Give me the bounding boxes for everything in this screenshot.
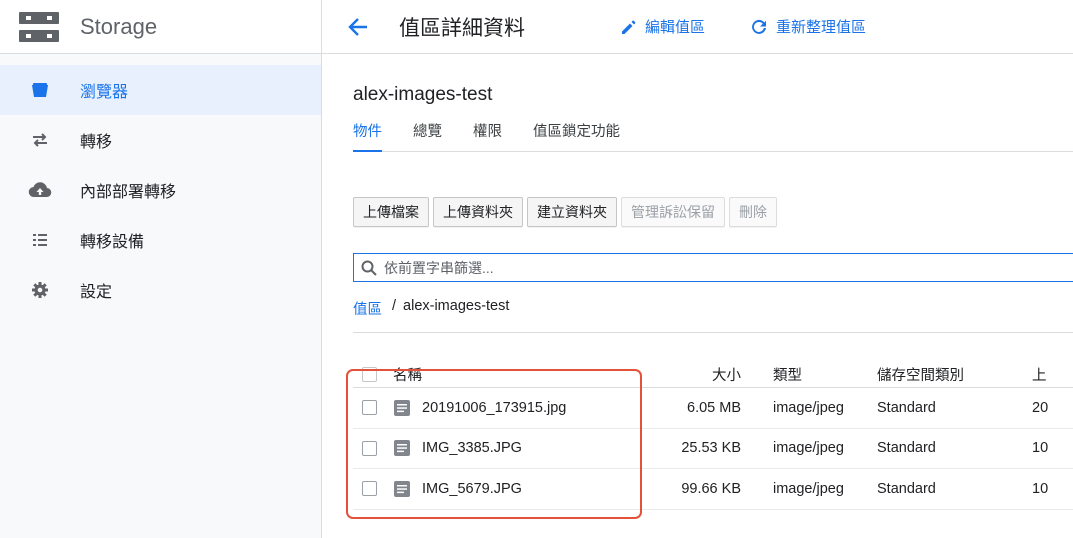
column-storage-class[interactable]: 儲存空間類別 bbox=[877, 364, 1032, 385]
column-last-modified[interactable]: 上 bbox=[1032, 364, 1073, 385]
file-last-modified: 10 bbox=[1032, 440, 1049, 457]
table-row[interactable]: 20191006_173915.jpg 6.05 MB image/jpeg S… bbox=[353, 388, 1073, 429]
row-checkbox[interactable] bbox=[362, 400, 377, 416]
file-last-modified: 10 bbox=[1032, 480, 1049, 497]
tab-overview[interactable]: 總覽 bbox=[413, 120, 442, 152]
refresh-icon bbox=[752, 19, 767, 34]
upload-folder-button[interactable]: 上傳資料夾 bbox=[433, 197, 523, 227]
file-storage-class: Standard bbox=[877, 399, 936, 416]
refresh-bucket-label: 重新整理值區 bbox=[776, 19, 867, 36]
object-toolbar: 上傳檔案 上傳資料夾 建立資料夾 管理訴訟保留 刪除 bbox=[353, 197, 781, 227]
manage-holds-button[interactable]: 管理訴訟保留 bbox=[621, 197, 725, 227]
file-last-modified: 20 bbox=[1032, 399, 1049, 416]
gear-icon bbox=[28, 278, 52, 302]
sidebar: Storage 瀏覽器 轉移 內部部署轉移 轉移設備 設定 bbox=[0, 0, 322, 538]
file-name-link[interactable]: 20191006_173915.jpg bbox=[422, 400, 566, 416]
back-arrow-icon[interactable] bbox=[345, 14, 371, 40]
sidebar-item-transfer[interactable]: 轉移 bbox=[0, 115, 321, 165]
sidebar-item-on-prem-transfer[interactable]: 內部部署轉移 bbox=[0, 165, 321, 215]
file-size: 6.05 MB bbox=[687, 399, 741, 416]
bucket-icon bbox=[28, 78, 52, 102]
delete-button[interactable]: 刪除 bbox=[729, 197, 777, 227]
sidebar-item-label: 內部部署轉移 bbox=[80, 184, 177, 201]
refresh-bucket-button[interactable]: 重新整理值區 bbox=[749, 16, 866, 37]
cloud-upload-icon bbox=[28, 178, 52, 202]
file-size: 99.66 KB bbox=[681, 480, 741, 497]
breadcrumb-separator: / bbox=[392, 298, 397, 314]
file-storage-class: Standard bbox=[877, 440, 936, 457]
file-name-link[interactable]: IMG_3385.JPG bbox=[422, 440, 522, 456]
edit-bucket-button[interactable]: 編輯值區 bbox=[620, 16, 705, 37]
app-title: Storage bbox=[80, 13, 158, 39]
column-type[interactable]: 類型 bbox=[741, 364, 877, 385]
file-storage-class: Standard bbox=[877, 480, 936, 497]
file-name-link[interactable]: IMG_5679.JPG bbox=[422, 481, 522, 497]
table-row[interactable]: IMG_5679.JPG 99.66 KB image/jpeg Standar… bbox=[353, 469, 1073, 510]
create-folder-button[interactable]: 建立資料夾 bbox=[527, 197, 617, 227]
sidebar-item-label: 設定 bbox=[80, 284, 113, 301]
table-row[interactable]: IMG_3385.JPG 25.53 KB image/jpeg Standar… bbox=[353, 429, 1073, 469]
brand: Storage bbox=[0, 0, 321, 54]
file-size: 25.53 KB bbox=[681, 440, 741, 457]
table-header: 名稱 大小 類型 儲存空間類別 上 bbox=[353, 361, 1073, 388]
sidebar-item-label: 轉移 bbox=[80, 134, 113, 151]
search-icon bbox=[361, 260, 377, 276]
row-checkbox[interactable] bbox=[362, 481, 377, 497]
tab-permissions[interactable]: 權限 bbox=[473, 120, 502, 152]
row-checkbox[interactable] bbox=[362, 440, 377, 456]
file-icon bbox=[393, 439, 411, 457]
transfer-arrows-icon bbox=[28, 128, 52, 152]
file-type: image/jpeg bbox=[773, 480, 844, 497]
bucket-name: alex-images-test bbox=[353, 84, 493, 105]
sidebar-item-settings[interactable]: 設定 bbox=[0, 265, 321, 315]
select-all-checkbox[interactable] bbox=[362, 366, 377, 382]
file-type: image/jpeg bbox=[773, 399, 844, 416]
storage-icon bbox=[19, 11, 59, 42]
sidebar-item-label: 轉移設備 bbox=[80, 234, 145, 251]
tab-bar: 物件 總覽 權限 值區鎖定功能 bbox=[353, 120, 1073, 152]
file-icon bbox=[393, 480, 411, 498]
page-title: 值區詳細資料 bbox=[399, 16, 525, 40]
objects-table: 名稱 大小 類型 儲存空間類別 上 20191006_173915.jpg 6.… bbox=[353, 361, 1073, 510]
sidebar-item-transfer-appliance[interactable]: 轉移設備 bbox=[0, 215, 321, 265]
sidebar-nav: 瀏覽器 轉移 內部部署轉移 轉移設備 設定 bbox=[0, 54, 321, 315]
breadcrumb: 值區 / alex-images-test bbox=[353, 298, 509, 319]
edit-bucket-label: 編輯值區 bbox=[645, 19, 706, 36]
appliance-list-icon bbox=[28, 228, 52, 252]
top-header: 值區詳細資料 編輯值區 重新整理值區 bbox=[322, 0, 1073, 54]
column-size[interactable]: 大小 bbox=[655, 364, 741, 385]
prefix-filter bbox=[353, 253, 1073, 282]
upload-files-button[interactable]: 上傳檔案 bbox=[353, 197, 429, 227]
tab-objects[interactable]: 物件 bbox=[353, 120, 382, 152]
column-name[interactable]: 名稱 bbox=[393, 364, 655, 385]
sidebar-item-browser[interactable]: 瀏覽器 bbox=[0, 65, 321, 115]
file-icon bbox=[393, 399, 411, 417]
filter-input[interactable] bbox=[384, 259, 984, 276]
pencil-icon bbox=[622, 20, 636, 34]
divider bbox=[353, 332, 1073, 333]
breadcrumb-current: alex-images-test bbox=[403, 298, 510, 314]
file-type: image/jpeg bbox=[773, 440, 844, 457]
breadcrumb-root-link[interactable]: 值區 bbox=[353, 298, 382, 319]
tab-bucket-lock[interactable]: 值區鎖定功能 bbox=[533, 120, 620, 152]
sidebar-item-label: 瀏覽器 bbox=[80, 84, 129, 101]
